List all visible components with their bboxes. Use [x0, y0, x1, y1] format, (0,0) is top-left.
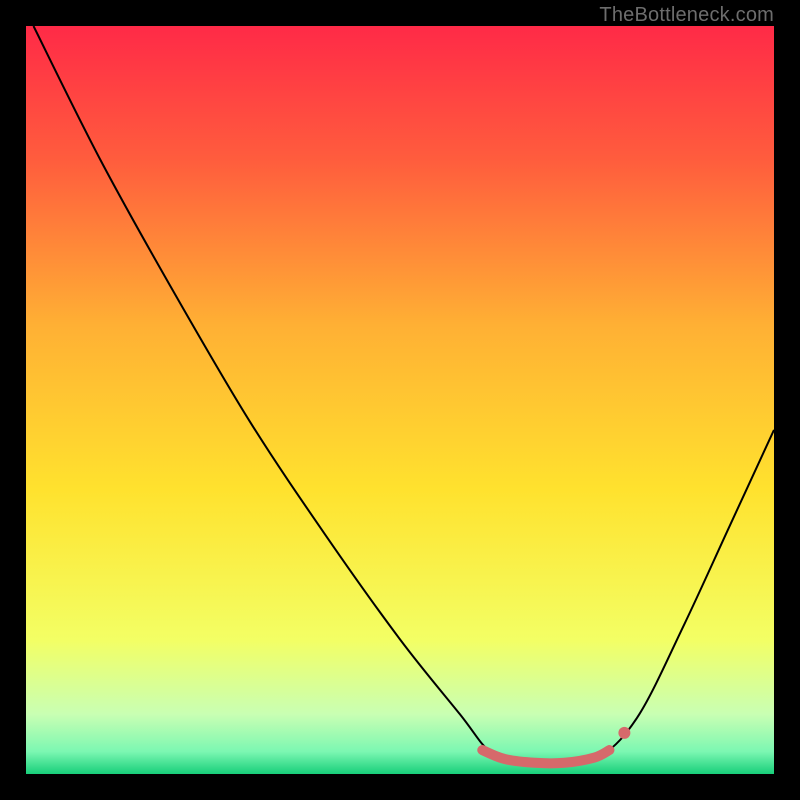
gradient-background	[26, 26, 774, 774]
watermark-text: TheBottleneck.com	[26, 4, 774, 27]
plot-area	[26, 26, 774, 774]
bottleneck-chart	[26, 26, 774, 774]
outer-frame: TheBottleneck.com	[0, 0, 800, 800]
highlight-marker	[618, 727, 630, 739]
